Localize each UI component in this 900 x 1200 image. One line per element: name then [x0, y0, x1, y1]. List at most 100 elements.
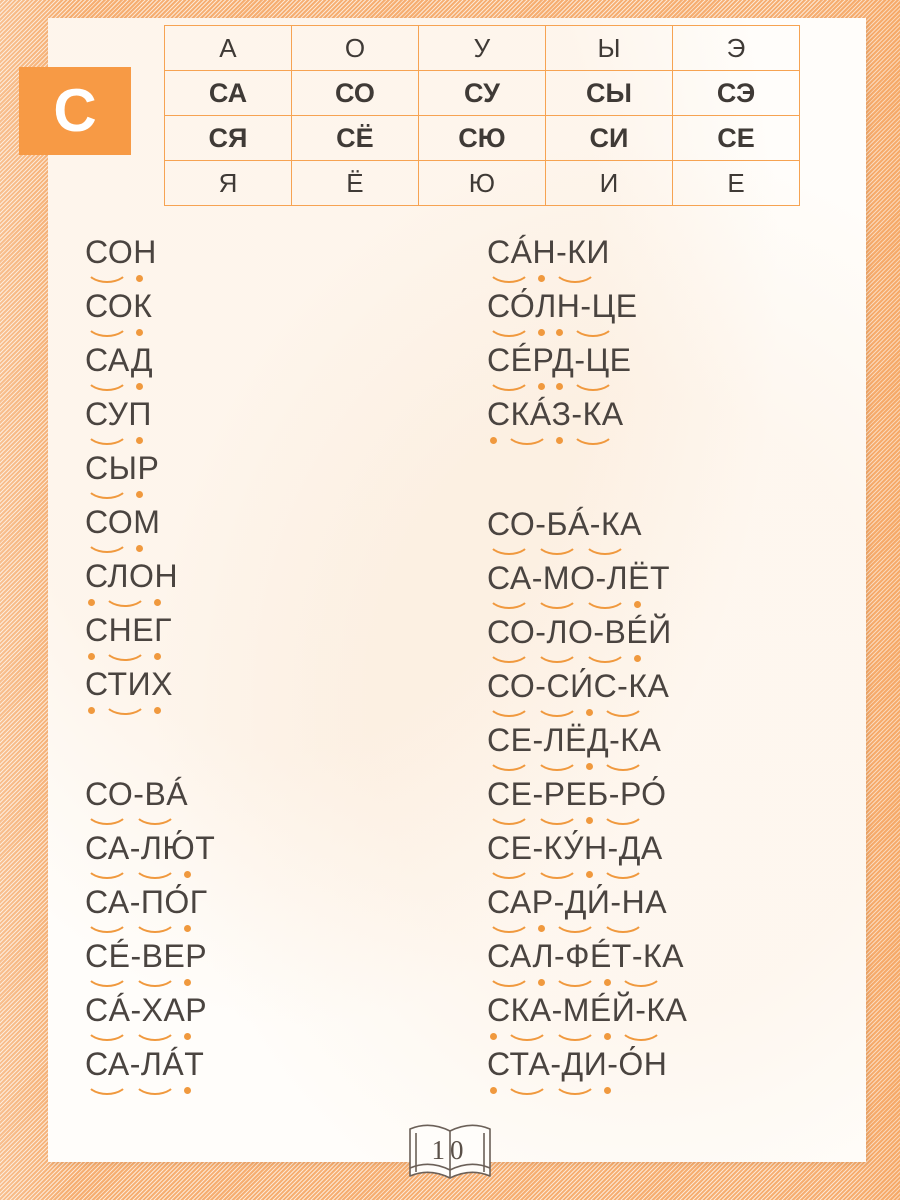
syllable-dot-icon	[490, 437, 497, 444]
syllable-arc-icon	[601, 810, 645, 825]
word-row: СО́ЛН-ЦЕ	[487, 288, 687, 342]
word-text: СЛОН	[85, 558, 179, 594]
syllable-arc-icon	[85, 1080, 129, 1095]
syllable-cell: А	[164, 25, 292, 71]
word-column-right: СÁН-КИ СО́ЛН-ЦЕ СÉРД-ЦЕ СКÁЗ-КА СО-БÁ-КА СА-М…	[487, 234, 687, 1100]
syllable-arc-icon	[553, 268, 597, 283]
syllable-cell: Э	[672, 25, 800, 71]
syllable-cell: Е	[672, 160, 800, 206]
syllable-cell: Ю	[417, 160, 546, 206]
worksheet-page: С А О У Ы Э СА СО СУ СЫ СЭ СЯ СЁ СЮ СИ СЕ Я Ё Ю И Е СОН СОК С…	[0, 0, 900, 1200]
syllable-marks	[487, 1026, 687, 1041]
syllable-marks	[85, 430, 215, 445]
syllable-arc-icon	[85, 810, 129, 825]
syllable-marks	[85, 1026, 215, 1041]
word-text: СНЕГ	[85, 612, 172, 648]
syllable-dot-icon	[556, 329, 563, 336]
word-text: СОН	[85, 234, 157, 270]
syllable-dot-icon	[184, 979, 191, 986]
syllable-arc-icon	[85, 322, 129, 337]
word-row: САЛ-ФÉТ-КА	[487, 938, 687, 992]
syllable-marks	[487, 972, 687, 987]
syllable-arc-icon	[487, 702, 531, 717]
syllable-marks	[487, 268, 687, 283]
word-text: СЕ-ЛЁД-КА	[487, 722, 662, 758]
word-row: СОН	[85, 234, 215, 288]
syllable-arc-icon	[133, 918, 177, 933]
syllable-marks	[85, 646, 215, 661]
word-text: СА-ПО́Г	[85, 884, 208, 920]
syllable-dot-icon	[136, 545, 143, 552]
syllable-dot-icon	[490, 1087, 497, 1094]
syllable-dot-icon	[184, 1087, 191, 1094]
syllable-arc-icon	[505, 1080, 549, 1095]
syllable-arc-icon	[505, 1026, 549, 1041]
syllable-arc-icon	[535, 810, 579, 825]
word-row: САР-ДИ́-НА	[487, 884, 687, 938]
syllable-arc-icon	[133, 972, 177, 987]
word-text: СОК	[85, 288, 153, 324]
syllable-arc-icon	[487, 810, 531, 825]
word-row: СНЕГ	[85, 612, 215, 666]
syllable-marks	[487, 702, 687, 717]
syllable-cell: Я	[164, 160, 292, 206]
word-column-left: СОН СОК САД СУП СЫР СОМ СЛОН СНЕГ СТИХ СО-ВÁ СА-ЛЮ…	[85, 234, 215, 1100]
syllable-arc-icon	[487, 972, 531, 987]
word-row: СО-СИ́С-КА	[487, 668, 687, 722]
syllable-arc-icon	[553, 918, 597, 933]
syllable-table-row: СА СО СУ СЫ СЭ	[164, 70, 800, 116]
syllable-dot-icon	[88, 707, 95, 714]
syllable-dot-icon	[538, 925, 545, 932]
syllable-arc-icon	[601, 702, 645, 717]
syllable-cell: СИ	[544, 115, 674, 161]
word-row: СО-ЛО-ВÉЙ	[487, 614, 687, 668]
syllable-marks	[85, 864, 215, 879]
syllable-arc-icon	[133, 810, 177, 825]
syllable-cell: СЁ	[290, 115, 419, 161]
syllable-arc-icon	[601, 756, 645, 771]
syllable-arc-icon	[601, 918, 645, 933]
syllable-marks	[487, 864, 687, 879]
syllable-dot-icon	[634, 601, 641, 608]
syllable-marks	[487, 648, 687, 663]
syllable-dot-icon	[184, 1033, 191, 1040]
syllable-marks	[85, 972, 215, 987]
syllable-marks	[85, 918, 215, 933]
syllable-marks	[487, 810, 687, 825]
word-text: СУП	[85, 396, 152, 432]
syllable-arc-icon	[103, 592, 147, 607]
word-row: СЫР	[85, 450, 215, 504]
syllable-arc-icon	[571, 322, 615, 337]
word-text: СÉРД-ЦЕ	[487, 342, 632, 378]
syllable-dot-icon	[154, 599, 161, 606]
syllable-cell: СЕ	[672, 115, 800, 161]
word-text: СЕ-РЕБ-РО́	[487, 776, 667, 812]
word-group: СОН СОК САД СУП СЫР СОМ СЛОН СНЕГ СТИХ	[85, 234, 215, 720]
word-text: СА-ЛЮ́Т	[85, 830, 216, 866]
word-text: СЕ-КУ́Н-ДА	[487, 830, 663, 866]
syllable-dot-icon	[586, 871, 593, 878]
syllable-marks	[487, 756, 687, 771]
syllable-arc-icon	[487, 376, 531, 391]
syllable-arc-icon	[553, 1026, 597, 1041]
letter-badge: С	[19, 67, 131, 155]
word-row: СÉРД-ЦЕ	[487, 342, 687, 396]
syllable-arc-icon	[487, 648, 531, 663]
syllable-dot-icon	[136, 437, 143, 444]
word-row: СКÁЗ-КА	[487, 396, 687, 450]
syllable-arc-icon	[487, 864, 531, 879]
syllable-table-row: АОУЫЭ	[164, 25, 800, 71]
syllable-arc-icon	[133, 1026, 177, 1041]
syllable-dot-icon	[556, 383, 563, 390]
syllable-arc-icon	[85, 268, 129, 283]
syllable-marks	[487, 1080, 687, 1095]
syllable-table-row: СЯ СЁ СЮ СИ СЕ	[164, 115, 800, 161]
syllable-dot-icon	[184, 925, 191, 932]
word-row: СЛОН	[85, 558, 215, 612]
syllable-arc-icon	[535, 594, 579, 609]
syllable-arc-icon	[487, 594, 531, 609]
syllable-arc-icon	[535, 864, 579, 879]
syllable-cell: СО	[290, 70, 419, 116]
syllable-marks	[85, 484, 215, 499]
syllable-marks	[487, 918, 687, 933]
